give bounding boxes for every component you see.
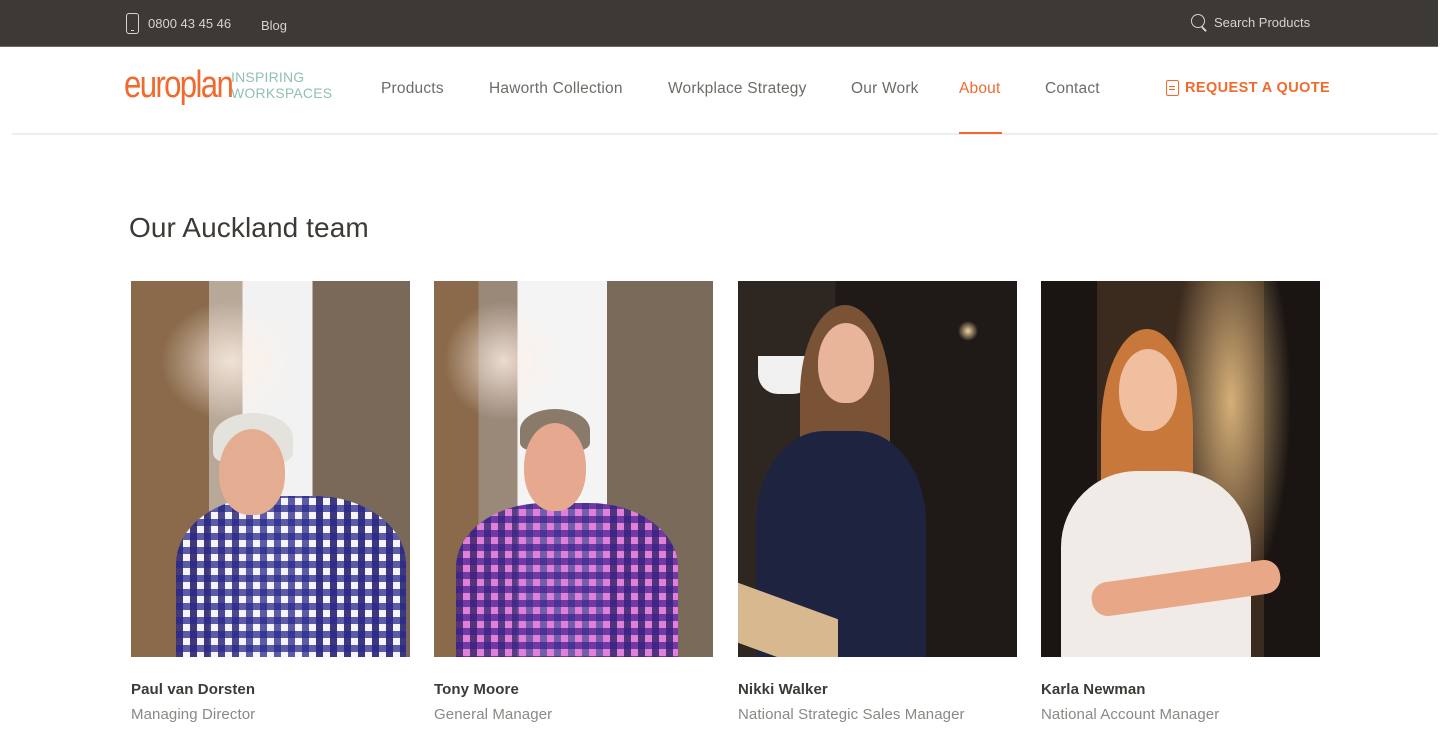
top-utility-bar: 0800 43 45 46 Blog [0, 0, 1438, 47]
search-icon[interactable] [1190, 13, 1208, 31]
europlan-logo[interactable]: europlan INSPIRING WORKSPACES [124, 66, 332, 104]
main-navigation: europlan INSPIRING WORKSPACES Products H… [12, 48, 1438, 135]
section-title: Our Auckland team [129, 212, 369, 243]
phone-link[interactable]: 0800 43 45 46 [126, 13, 231, 34]
team-member-card[interactable]: Nikki Walker National Strategic Sales Ma… [738, 281, 1017, 723]
nav-our-work[interactable]: Our Work [851, 80, 919, 98]
document-icon [1166, 80, 1179, 96]
team-member-name: Karla Newman [1041, 681, 1146, 698]
request-quote-button[interactable]: REQUEST A QUOTE [1166, 80, 1330, 96]
face [524, 423, 586, 511]
tagline-line-2: WORKSPACES [231, 85, 333, 101]
logo-wordmark: europlan [124, 64, 234, 106]
phone-number: 0800 43 45 46 [148, 16, 232, 31]
blog-link[interactable]: Blog [261, 18, 287, 33]
tagline-line-1: INSPIRING [231, 69, 305, 85]
team-member-name: Tony Moore [434, 681, 519, 698]
team-member-card[interactable]: Tony Moore General Manager [434, 281, 713, 723]
face [219, 429, 285, 515]
team-member-photo [434, 281, 713, 657]
request-quote-label: REQUEST A QUOTE [1185, 80, 1331, 96]
team-member-role: Managing Director [131, 706, 256, 723]
team-member-name: Paul van Dorsten [131, 681, 256, 698]
team-member-role: General Manager [434, 706, 553, 723]
team-member-role: National Account Manager [1041, 706, 1220, 723]
face [818, 323, 874, 403]
team-member-photo [738, 281, 1017, 657]
search-input[interactable] [1214, 14, 1318, 30]
logo-tagline: INSPIRING WORKSPACES [231, 69, 332, 101]
team-member-role: National Strategic Sales Manager [738, 706, 965, 723]
shirt [176, 496, 406, 657]
team-member-photo [131, 281, 410, 657]
mobile-phone-icon [126, 13, 139, 34]
face [1119, 349, 1177, 431]
team-member-card[interactable]: Paul van Dorsten Managing Director [131, 281, 410, 723]
nav-haworth-collection[interactable]: Haworth Collection [489, 80, 623, 98]
nav-about[interactable]: About [959, 80, 1001, 98]
shirt [456, 503, 678, 657]
nav-workplace-strategy[interactable]: Workplace Strategy [668, 80, 807, 98]
active-nav-indicator [959, 132, 1002, 134]
team-member-name: Nikki Walker [738, 681, 828, 698]
team-member-card[interactable]: Karla Newman National Account Manager [1041, 281, 1320, 723]
team-member-photo [1041, 281, 1320, 657]
nav-contact[interactable]: Contact [1045, 80, 1100, 98]
nav-products[interactable]: Products [381, 80, 444, 98]
search-box[interactable] [1190, 11, 1318, 33]
top [1061, 471, 1251, 657]
